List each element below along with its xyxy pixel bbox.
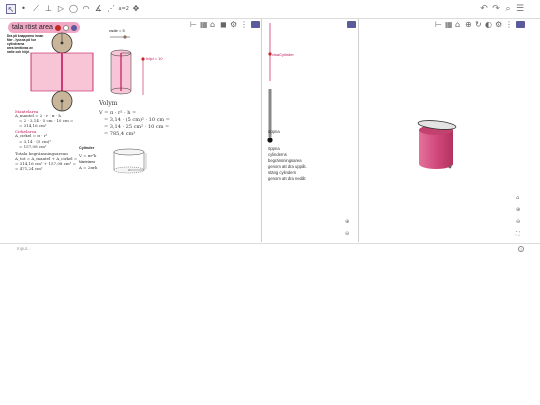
- cylinder-mantel-formula: A = 2πrh: [79, 165, 98, 170]
- bottom-circle[interactable]: [51, 90, 73, 112]
- cylinder-volume-formula: V = πr²h: [79, 153, 97, 158]
- angle-tool-icon[interactable]: ∡: [94, 4, 104, 14]
- option-item: stäng cylindern: [268, 170, 297, 175]
- option-item: begränsningsarea: [268, 158, 302, 163]
- option-item: genom att dra nedåt: [268, 176, 306, 181]
- menu-icon[interactable]: ☰: [515, 4, 525, 14]
- radie-slider-label: radie = 5: [109, 28, 125, 33]
- cylinder-sketch: [110, 49, 132, 95]
- formula-line: = 157,08 cm²: [19, 144, 47, 149]
- perpendicular-tool-icon[interactable]: ⊥: [44, 4, 54, 14]
- input-bar: Input... ?: [0, 243, 540, 254]
- formula-line: = 314,16 cm²: [19, 123, 47, 128]
- formula-line: = 471,24 cm²: [15, 166, 43, 171]
- polygon-tool-icon[interactable]: ▷: [56, 4, 66, 14]
- slider-tool-icon[interactable]: a=2: [119, 4, 129, 14]
- hojd-slider-label: höjd = 10: [146, 56, 163, 61]
- point-tool-icon[interactable]: •: [19, 4, 29, 14]
- formula-line: = 3,14 · 25 cm² · 10 cm =: [104, 124, 170, 130]
- zoom-in-3d-icon[interactable]: ⊕: [516, 207, 520, 213]
- cylinder-card-title: Cylinder: [79, 146, 95, 150]
- help-icon[interactable]: ?: [518, 246, 524, 252]
- input-field[interactable]: Input...: [17, 246, 31, 251]
- formula-line: = 3,14 · (5 cm)² · 10 cm =: [104, 117, 170, 123]
- zoom-out-icon[interactable]: ⊖: [345, 231, 349, 237]
- arc-tool-icon[interactable]: ◠: [81, 4, 91, 14]
- option-item: genom att dra uppåt.: [268, 164, 307, 169]
- radie-slider[interactable]: [110, 35, 130, 39]
- option-item: cylinderns: [268, 152, 287, 157]
- zoom-in-icon[interactable]: ⊕: [345, 219, 349, 225]
- volym-title: Volym: [99, 100, 118, 107]
- line-tool-icon[interactable]: ⟋: [31, 4, 41, 14]
- formula-line: A_cirkel = π · r²: [15, 133, 48, 138]
- top-circle[interactable]: [51, 32, 73, 54]
- reflect-tool-icon[interactable]: ⋰: [106, 4, 116, 14]
- option-item: öppna: [268, 146, 280, 151]
- formula-line: V = π · r² · h =: [99, 110, 137, 116]
- redo-icon[interactable]: ↷: [491, 4, 501, 14]
- grey-cylinder-sketch: [113, 148, 147, 174]
- cylinder-3d[interactable]: [359, 19, 540, 242]
- visa-cylinder-checkbox[interactable]: visaCylinder: [272, 52, 294, 57]
- home-view-icon[interactable]: ⌂: [516, 195, 519, 201]
- fullscreen-icon[interactable]: ⛶: [516, 231, 520, 237]
- undo-icon[interactable]: ↶: [479, 4, 489, 14]
- hojd-slider[interactable]: [141, 57, 145, 95]
- search-icon[interactable]: ⌕: [503, 4, 513, 14]
- formula-line: = 785,4 cm³: [104, 131, 136, 137]
- cylinder-mantel-label: Mantelarea: [79, 160, 95, 164]
- main-toolbar: ↖ • ⟋ ⊥ ▷ ◯ ◠ ∡ ⋰ a=2 ✥ ↶ ↷ ⌕ ☰: [0, 0, 540, 19]
- move-view-tool-icon[interactable]: ✥: [131, 4, 141, 14]
- oppna-slider-label: öppna: [268, 129, 280, 134]
- circle-tool-icon[interactable]: ◯: [69, 4, 79, 14]
- zoom-out-3d-icon[interactable]: ⊖: [516, 219, 520, 225]
- move-tool-icon[interactable]: ↖: [6, 4, 16, 14]
